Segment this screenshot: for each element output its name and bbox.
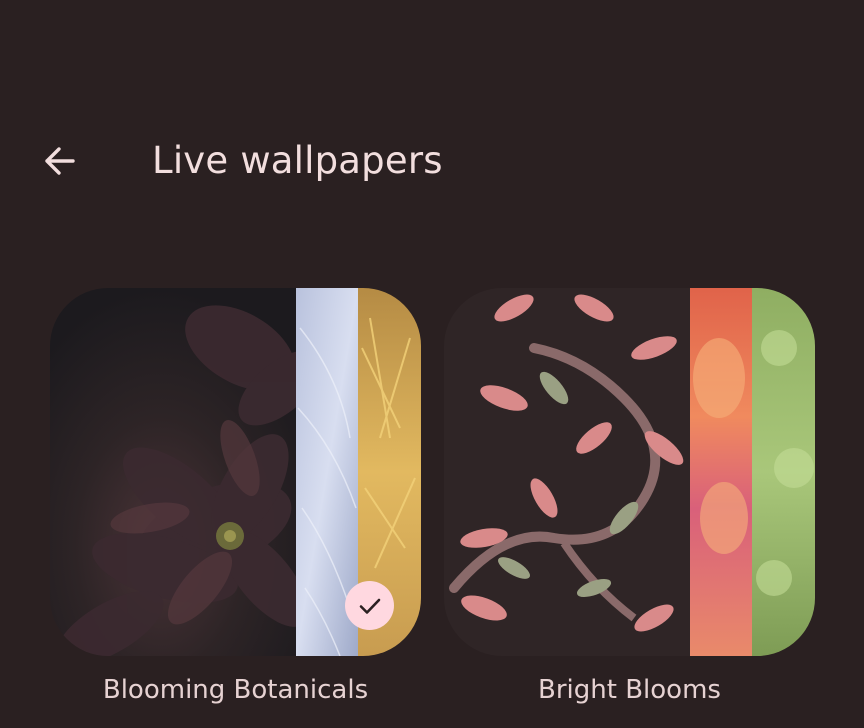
wallpaper-tile-bright-blooms[interactable] [444, 288, 815, 656]
bright-blooms-preview [444, 288, 815, 656]
page-title: Live wallpapers [152, 139, 443, 182]
back-button[interactable] [30, 136, 88, 186]
wallpaper-label: Blooming Botanicals [102, 675, 369, 705]
selected-badge [345, 581, 394, 630]
arrow-back-icon [45, 147, 75, 175]
check-icon [359, 598, 380, 614]
live-wallpapers-screen: Live wallpapers Blooming Botanicals Brig… [0, 0, 864, 728]
wallpaper-label: Bright Blooms [538, 675, 721, 705]
